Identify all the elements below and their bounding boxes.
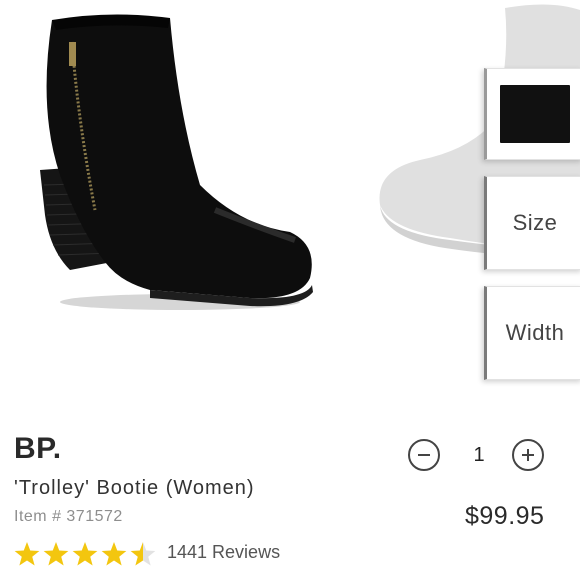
quantity-value: 1 (473, 444, 485, 466)
alternate-view-image[interactable] (360, 0, 580, 330)
increase-quantity-button[interactable] (512, 439, 544, 471)
star-icon (72, 542, 98, 566)
star-icon (130, 542, 156, 566)
star-icon (43, 542, 69, 566)
product-image[interactable] (0, 0, 370, 410)
plus-circle-icon (522, 449, 534, 461)
brand-name[interactable]: BP. (14, 432, 62, 466)
width-label: Width (505, 320, 565, 345)
minus-circle-icon (418, 454, 430, 456)
size-label: Size (512, 210, 558, 235)
width-selector[interactable]: Width (484, 286, 580, 380)
reviews-link[interactable]: 1441 Reviews (167, 542, 280, 563)
color-swatch (500, 85, 570, 143)
product-price: $99.95 (465, 502, 545, 530)
star-icon (101, 542, 127, 566)
size-selector[interactable]: Size (484, 176, 580, 270)
item-number: Item # 371572 (14, 508, 123, 525)
star-rating[interactable] (13, 540, 158, 568)
decrease-quantity-button[interactable] (408, 439, 440, 471)
color-swatch-option[interactable] (484, 68, 580, 160)
product-name: 'Trolley' Bootie (Women) (14, 477, 255, 499)
star-icon (14, 542, 40, 566)
